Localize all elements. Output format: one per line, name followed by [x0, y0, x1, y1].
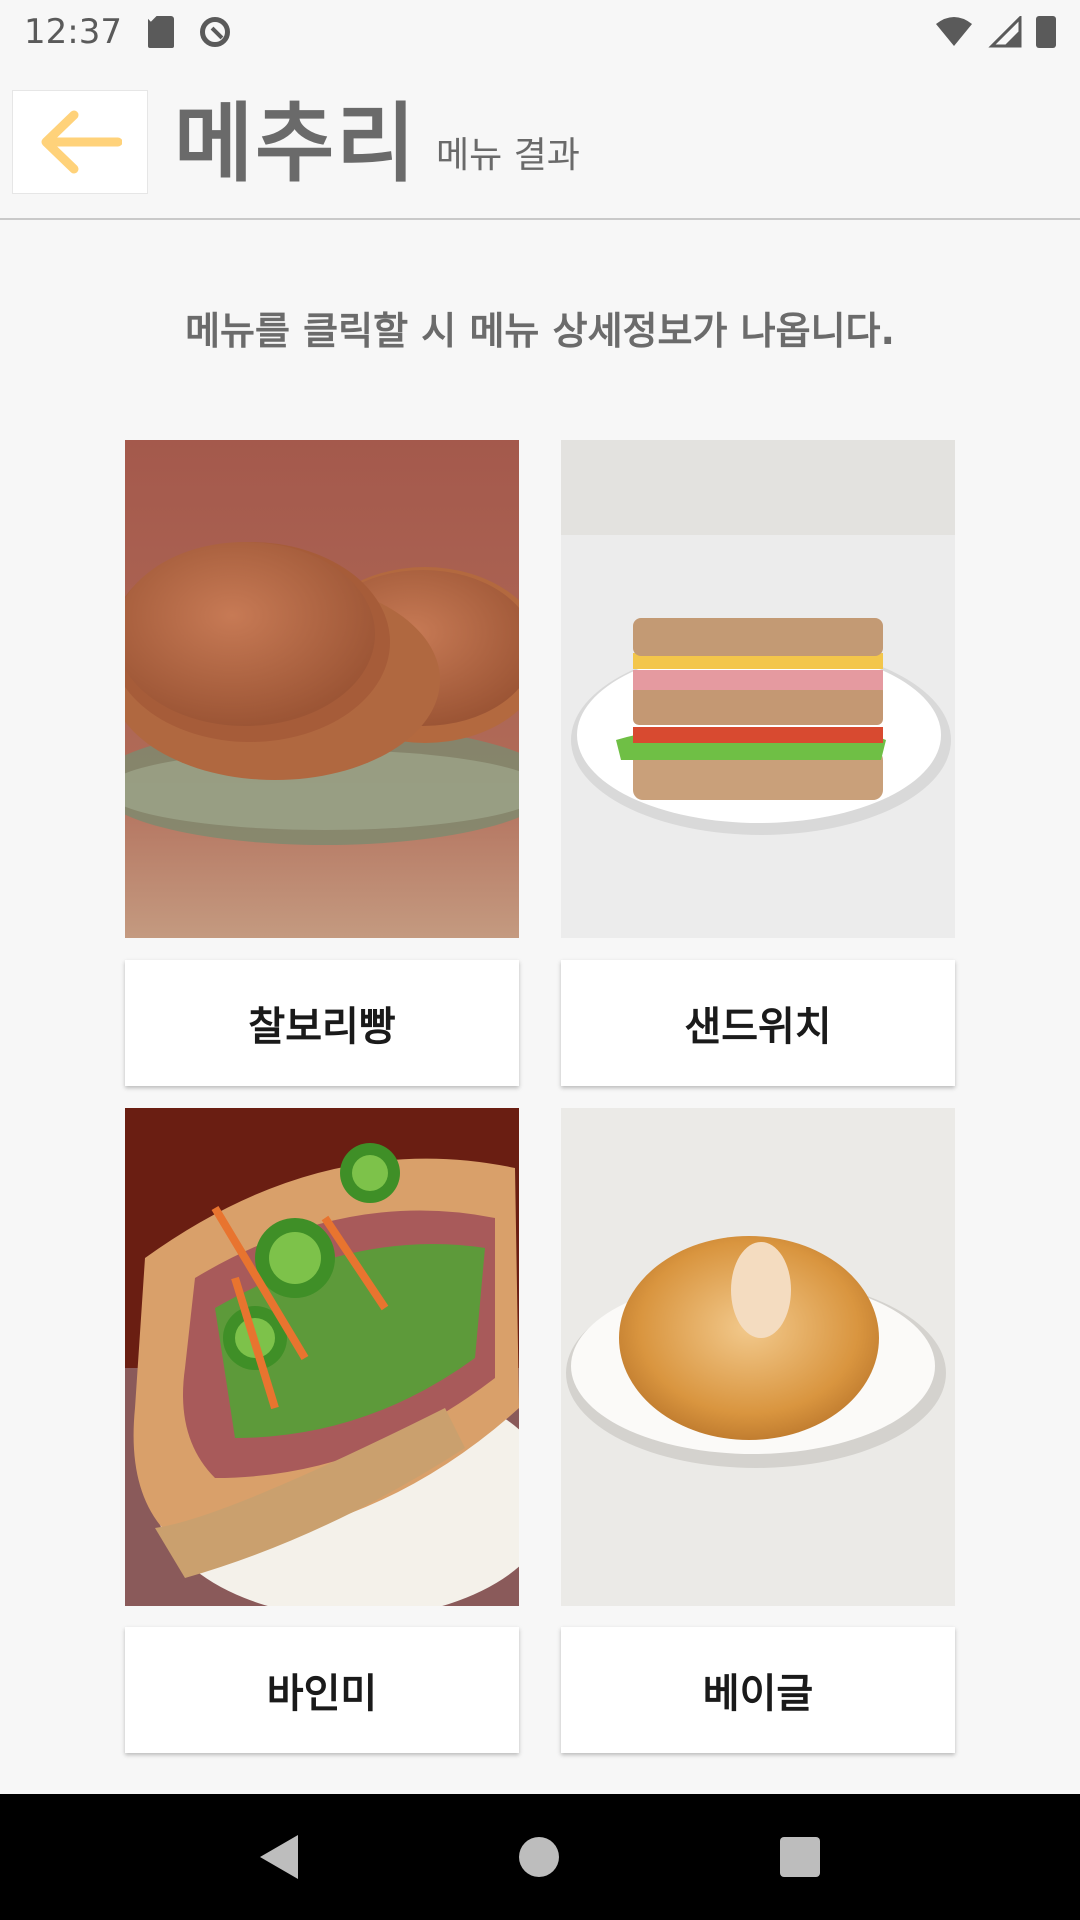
bagel-photo — [561, 1108, 955, 1606]
menu-item-image[interactable] — [125, 440, 519, 938]
home-circle-icon[interactable] — [518, 1837, 559, 1877]
menu-item-label[interactable]: 샌드위치 — [561, 960, 955, 1086]
sandwich-photo — [561, 440, 955, 938]
app-header: 메추리 메뉴 결과 — [0, 64, 1080, 220]
wifi-icon — [936, 17, 972, 46]
signal-icon — [988, 16, 1022, 48]
menu-item-image[interactable] — [125, 1108, 519, 1606]
pancake-photo — [125, 440, 519, 938]
status-left: 12:37 — [24, 12, 230, 52]
status-time: 12:37 — [24, 12, 122, 52]
banh-mi-photo — [125, 1108, 519, 1606]
instruction-text: 메뉴를 클릭할 시 메뉴 상세정보가 나옵니다. — [185, 309, 895, 353]
status-right — [934, 16, 1056, 48]
menu-item-label[interactable]: 베이글 — [561, 1627, 955, 1753]
menu-item-image[interactable] — [561, 1108, 955, 1606]
do-not-disturb-icon — [199, 17, 230, 47]
page-subtitle: 메뉴 결과 — [436, 135, 580, 176]
menu-item-label[interactable]: 찰보리빵 — [125, 960, 519, 1086]
back-button[interactable] — [12, 90, 148, 194]
system-nav-bar — [0, 1794, 1080, 1920]
menu-item-label[interactable]: 바인미 — [125, 1627, 519, 1753]
back-triangle-icon[interactable] — [260, 1835, 299, 1879]
app-title: 메추리 — [174, 94, 418, 194]
status-bar: 12:37 — [0, 0, 1080, 64]
recent-square-icon[interactable] — [779, 1837, 820, 1877]
arrow-left-icon — [41, 110, 122, 174]
battery-icon — [1036, 16, 1056, 48]
menu-item-image[interactable] — [561, 440, 955, 938]
sd-card-icon — [147, 16, 174, 48]
